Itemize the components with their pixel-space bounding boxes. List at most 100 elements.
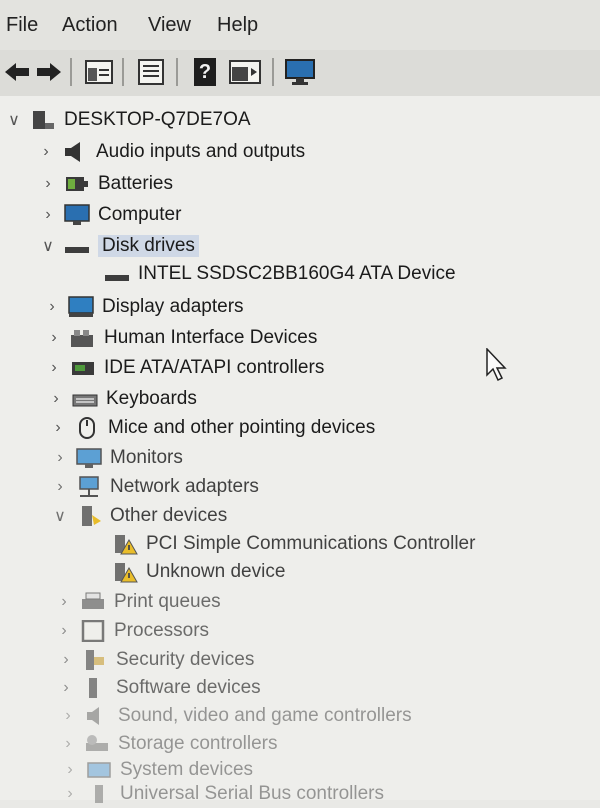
tree-item-monitors[interactable]: › Monitors: [52, 444, 183, 472]
chevron-right-icon[interactable]: ›: [58, 651, 74, 668]
tree-item-label: Audio inputs and outputs: [96, 141, 306, 162]
warning-device-icon: [115, 535, 138, 555]
tree-item-security-devices[interactable]: › Security devices: [58, 646, 254, 674]
other-devices-icon: [82, 506, 101, 526]
chevron-right-icon[interactable]: ›: [52, 478, 68, 495]
usb-icon: [95, 785, 103, 803]
tree-item-label: Batteries: [98, 173, 173, 194]
tree-item-label: Print queues: [114, 591, 221, 612]
chevron-right-icon[interactable]: ›: [40, 206, 56, 223]
tree-item-display-adapters[interactable]: › Display adapters: [44, 293, 244, 321]
tree-item-label: Software devices: [116, 677, 261, 698]
security-icon: [86, 650, 104, 670]
menu-file[interactable]: File: [6, 14, 38, 37]
menu-bar: File Action View Help: [0, 0, 600, 50]
tree-item-software-devices[interactable]: › Software devices: [58, 674, 261, 702]
tree-item-label: IDE ATA/ATAPI controllers: [104, 357, 325, 378]
chevron-right-icon[interactable]: ›: [46, 329, 62, 346]
chevron-right-icon[interactable]: ›: [38, 143, 54, 160]
chevron-right-icon[interactable]: ›: [56, 622, 72, 639]
printer-icon: [82, 592, 104, 609]
chevron-right-icon[interactable]: ›: [50, 419, 66, 436]
tree-item-label: Monitors: [110, 447, 183, 468]
monitor-icon: [76, 448, 102, 468]
forward-button[interactable]: [36, 56, 62, 88]
help-button[interactable]: ?: [192, 56, 218, 88]
menu-action[interactable]: Action: [62, 14, 118, 37]
mouse-icon: [79, 417, 95, 439]
tree-item-batteries[interactable]: › Batteries: [40, 170, 173, 198]
disk-drive-icon: [65, 247, 89, 253]
tree-item-label: Unknown device: [146, 561, 286, 582]
scan-hardware-button[interactable]: [284, 56, 316, 88]
tree-item-print-queues[interactable]: › Print queues: [56, 588, 221, 616]
chevron-right-icon[interactable]: ›: [60, 735, 76, 752]
scan-monitor-icon: [285, 59, 315, 85]
tree-item-computer[interactable]: › Computer: [40, 201, 181, 229]
chevron-down-icon[interactable]: ∨: [52, 508, 68, 525]
tree-item-mice[interactable]: › Mice and other pointing devices: [50, 414, 375, 442]
mouse-cursor-icon: [486, 348, 507, 382]
tree-item-pci-controller[interactable]: PCI Simple Communications Controller: [112, 530, 475, 558]
tree-item-label: Keyboards: [106, 388, 197, 409]
action-pane-icon: [229, 60, 261, 84]
show-hide-console-tree-button[interactable]: [84, 56, 114, 88]
chevron-right-icon[interactable]: ›: [56, 593, 72, 610]
toolbar: ?: [0, 50, 600, 97]
chevron-right-icon[interactable]: ›: [46, 359, 62, 376]
properties-button[interactable]: [136, 56, 166, 88]
chevron-right-icon[interactable]: ›: [62, 761, 78, 778]
hid-icon: [71, 330, 93, 347]
tree-item-network[interactable]: › Network adapters: [52, 473, 259, 501]
tree-item-hid[interactable]: › Human Interface Devices: [46, 324, 317, 352]
computer-icon: [33, 111, 54, 129]
toolbar-separator: [70, 58, 72, 86]
tree-root-label: DESKTOP-Q7DE7OA: [64, 109, 251, 130]
processor-icon: [81, 620, 105, 642]
chevron-right-icon[interactable]: ›: [48, 390, 64, 407]
chevron-right-icon[interactable]: ›: [60, 707, 76, 724]
speaker-icon: [65, 142, 80, 162]
keyboard-icon: [72, 394, 98, 407]
tree-item-label: Processors: [114, 620, 210, 641]
properties-icon: [138, 59, 164, 85]
display-adapter-icon: [68, 296, 94, 317]
tree-item-label: Mice and other pointing devices: [108, 417, 376, 438]
tree-item-ide[interactable]: › IDE ATA/ATAPI controllers: [46, 354, 324, 382]
back-button[interactable]: [4, 56, 30, 88]
tree-item-keyboards[interactable]: › Keyboards: [48, 385, 197, 413]
tree-item-processors[interactable]: › Processors: [56, 617, 209, 645]
tree-item-unknown-device[interactable]: Unknown device: [112, 558, 285, 586]
action-pane-button[interactable]: [228, 56, 262, 88]
chevron-down-icon[interactable]: ∨: [6, 112, 22, 129]
menu-help[interactable]: Help: [217, 14, 258, 37]
tree-item-label: Sound, video and game controllers: [118, 705, 412, 726]
tree-item-audio[interactable]: › Audio inputs and outputs: [38, 138, 305, 166]
tree-item-label: Universal Serial Bus controllers: [120, 783, 384, 804]
chevron-right-icon[interactable]: ›: [40, 175, 56, 192]
tree-item-label: Human Interface Devices: [104, 327, 318, 348]
tree-item-disk-drives[interactable]: ∨ Disk drives: [40, 232, 199, 260]
monitor-icon: [64, 204, 90, 225]
tree-item-usb[interactable]: › Universal Serial Bus controllers: [62, 780, 384, 808]
tree-item-sound[interactable]: › Sound, video and game controllers: [60, 702, 412, 730]
storage-icon: [86, 735, 108, 751]
sound-icon: [87, 707, 99, 725]
tree-item-intel-ssd[interactable]: INTEL SSDSC2BB160G4 ATA Device: [104, 260, 456, 288]
device-tree: ∨ DESKTOP-Q7DE7OA › Audio inputs and out…: [0, 96, 600, 804]
network-icon: [79, 476, 99, 497]
tree-item-other-devices[interactable]: ∨ Other devices: [52, 502, 227, 530]
help-icon: ?: [194, 58, 216, 86]
tree-item-label: PCI Simple Communications Controller: [146, 533, 476, 554]
toolbar-separator: [122, 58, 124, 86]
chevron-right-icon[interactable]: ›: [44, 298, 60, 315]
tree-item-label: System devices: [120, 759, 254, 780]
menu-view[interactable]: View: [148, 14, 191, 37]
chevron-right-icon[interactable]: ›: [52, 449, 68, 466]
tree-item-storage[interactable]: › Storage controllers: [60, 730, 277, 758]
tree-item-label: Storage controllers: [118, 733, 278, 754]
chevron-right-icon[interactable]: ›: [58, 679, 74, 696]
forward-arrow-icon: [37, 63, 61, 81]
tree-root-desktop[interactable]: ∨ DESKTOP-Q7DE7OA: [6, 106, 251, 134]
chevron-down-icon[interactable]: ∨: [40, 238, 56, 255]
